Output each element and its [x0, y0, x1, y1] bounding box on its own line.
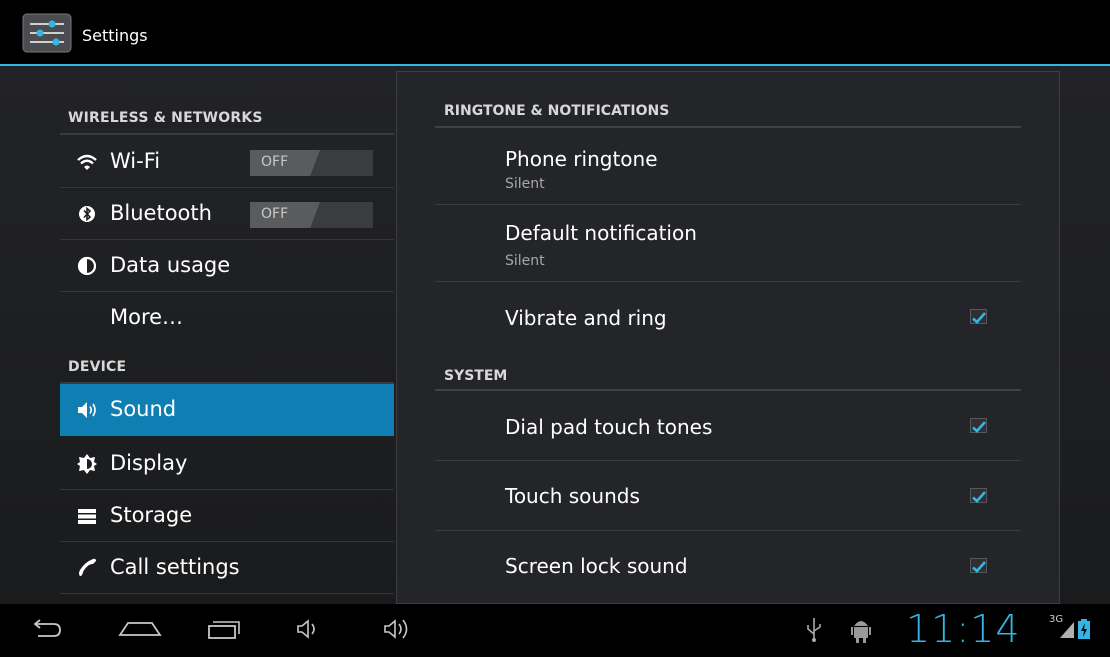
sidebar-item-label: Sound	[110, 397, 177, 421]
usb-icon	[800, 604, 828, 653]
home-icon[interactable]	[110, 604, 170, 653]
back-icon[interactable]	[18, 604, 78, 653]
pref-dial-pad-touch-tones[interactable]: Dial pad touch tones	[435, 391, 1021, 461]
settings-sliders-icon[interactable]	[22, 13, 72, 53]
phone-handset-icon	[76, 557, 98, 579]
settings-main: WIRELESS & NETWORKS Wi-Fi OFF Bluetooth …	[0, 66, 1110, 604]
sidebar-item-storage[interactable]: Storage	[60, 490, 394, 542]
sound-settings-panel: RINGTONE & NOTIFICATIONS Phone ringtone …	[396, 71, 1060, 604]
section-header-wireless: WIRELESS & NETWORKS	[68, 110, 263, 126]
sidebar-item-label: Call settings	[110, 555, 240, 579]
toggle-state: OFF	[261, 154, 289, 170]
pref-title: Dial pad touch tones	[505, 415, 713, 439]
wifi-icon	[76, 151, 98, 173]
section-divider	[60, 133, 394, 135]
settings-headers-list: WIRELESS & NETWORKS Wi-Fi OFF Bluetooth …	[60, 66, 394, 604]
pref-title: Phone ringtone	[505, 147, 658, 171]
wifi-toggle[interactable]: OFF	[250, 150, 373, 176]
app-title: Settings	[82, 26, 148, 45]
signal-icon	[1058, 604, 1078, 653]
bluetooth-toggle[interactable]: OFF	[250, 202, 373, 228]
pref-touch-sounds[interactable]: Touch sounds	[435, 461, 1021, 531]
pref-summary: Silent	[505, 176, 545, 192]
pref-title: Touch sounds	[505, 484, 640, 508]
speaker-icon	[76, 399, 98, 421]
section-header-system: SYSTEM	[444, 368, 508, 384]
volume-up-icon[interactable]	[375, 604, 425, 653]
pref-screen-lock-sound[interactable]: Screen lock sound	[435, 531, 1021, 601]
sidebar-item-sound[interactable]: Sound	[60, 384, 394, 436]
android-debug-icon	[847, 604, 875, 653]
sidebar-item-label: Bluetooth	[110, 201, 212, 225]
touch-sounds-checkbox[interactable]	[970, 488, 987, 503]
sidebar-item-display[interactable]: Display	[60, 438, 394, 490]
sidebar-item-bluetooth[interactable]: Bluetooth OFF	[60, 188, 394, 240]
sidebar-item-label: More…	[110, 305, 184, 329]
recent-apps-icon[interactable]	[198, 604, 258, 653]
pref-summary: Silent	[505, 253, 545, 269]
pref-phone-ringtone[interactable]: Phone ringtone Silent	[435, 128, 1021, 205]
pref-title: Default notification	[505, 221, 697, 245]
sidebar-item-data-usage[interactable]: Data usage	[60, 240, 394, 292]
data-usage-icon	[76, 255, 98, 277]
toggle-state: OFF	[261, 206, 289, 222]
pref-default-notification[interactable]: Default notification Silent	[435, 205, 1021, 282]
sidebar-item-label: Storage	[110, 503, 193, 527]
sidebar-item-wifi[interactable]: Wi-Fi OFF	[60, 136, 394, 188]
dial-pad-touch-tones-checkbox[interactable]	[970, 418, 987, 433]
sidebar-item-label: Wi-Fi	[110, 149, 161, 173]
pref-vibrate-and-ring[interactable]: Vibrate and ring	[435, 282, 1021, 352]
sidebar-item-label: Display	[110, 451, 188, 475]
sidebar-item-more[interactable]: More…	[60, 292, 394, 344]
status-clock: 11:14	[906, 607, 1021, 651]
sidebar-item-label: Data usage	[110, 253, 231, 277]
battery-charging-icon	[1077, 604, 1091, 653]
system-navigation-bar: 11:14 3G	[0, 604, 1110, 653]
bluetooth-icon	[76, 203, 98, 225]
pref-title: Vibrate and ring	[505, 306, 667, 330]
section-header-ringtone: RINGTONE & NOTIFICATIONS	[444, 103, 670, 119]
storage-icon	[76, 505, 98, 527]
brightness-icon	[76, 453, 98, 475]
volume-down-icon[interactable]	[290, 604, 330, 653]
vibrate-and-ring-checkbox[interactable]	[970, 309, 987, 324]
action-bar: Settings	[0, 0, 1110, 66]
screen-lock-sound-checkbox[interactable]	[970, 558, 987, 573]
pref-title: Screen lock sound	[505, 554, 688, 578]
sidebar-item-call-settings[interactable]: Call settings	[60, 542, 394, 594]
section-header-device: DEVICE	[68, 359, 127, 375]
